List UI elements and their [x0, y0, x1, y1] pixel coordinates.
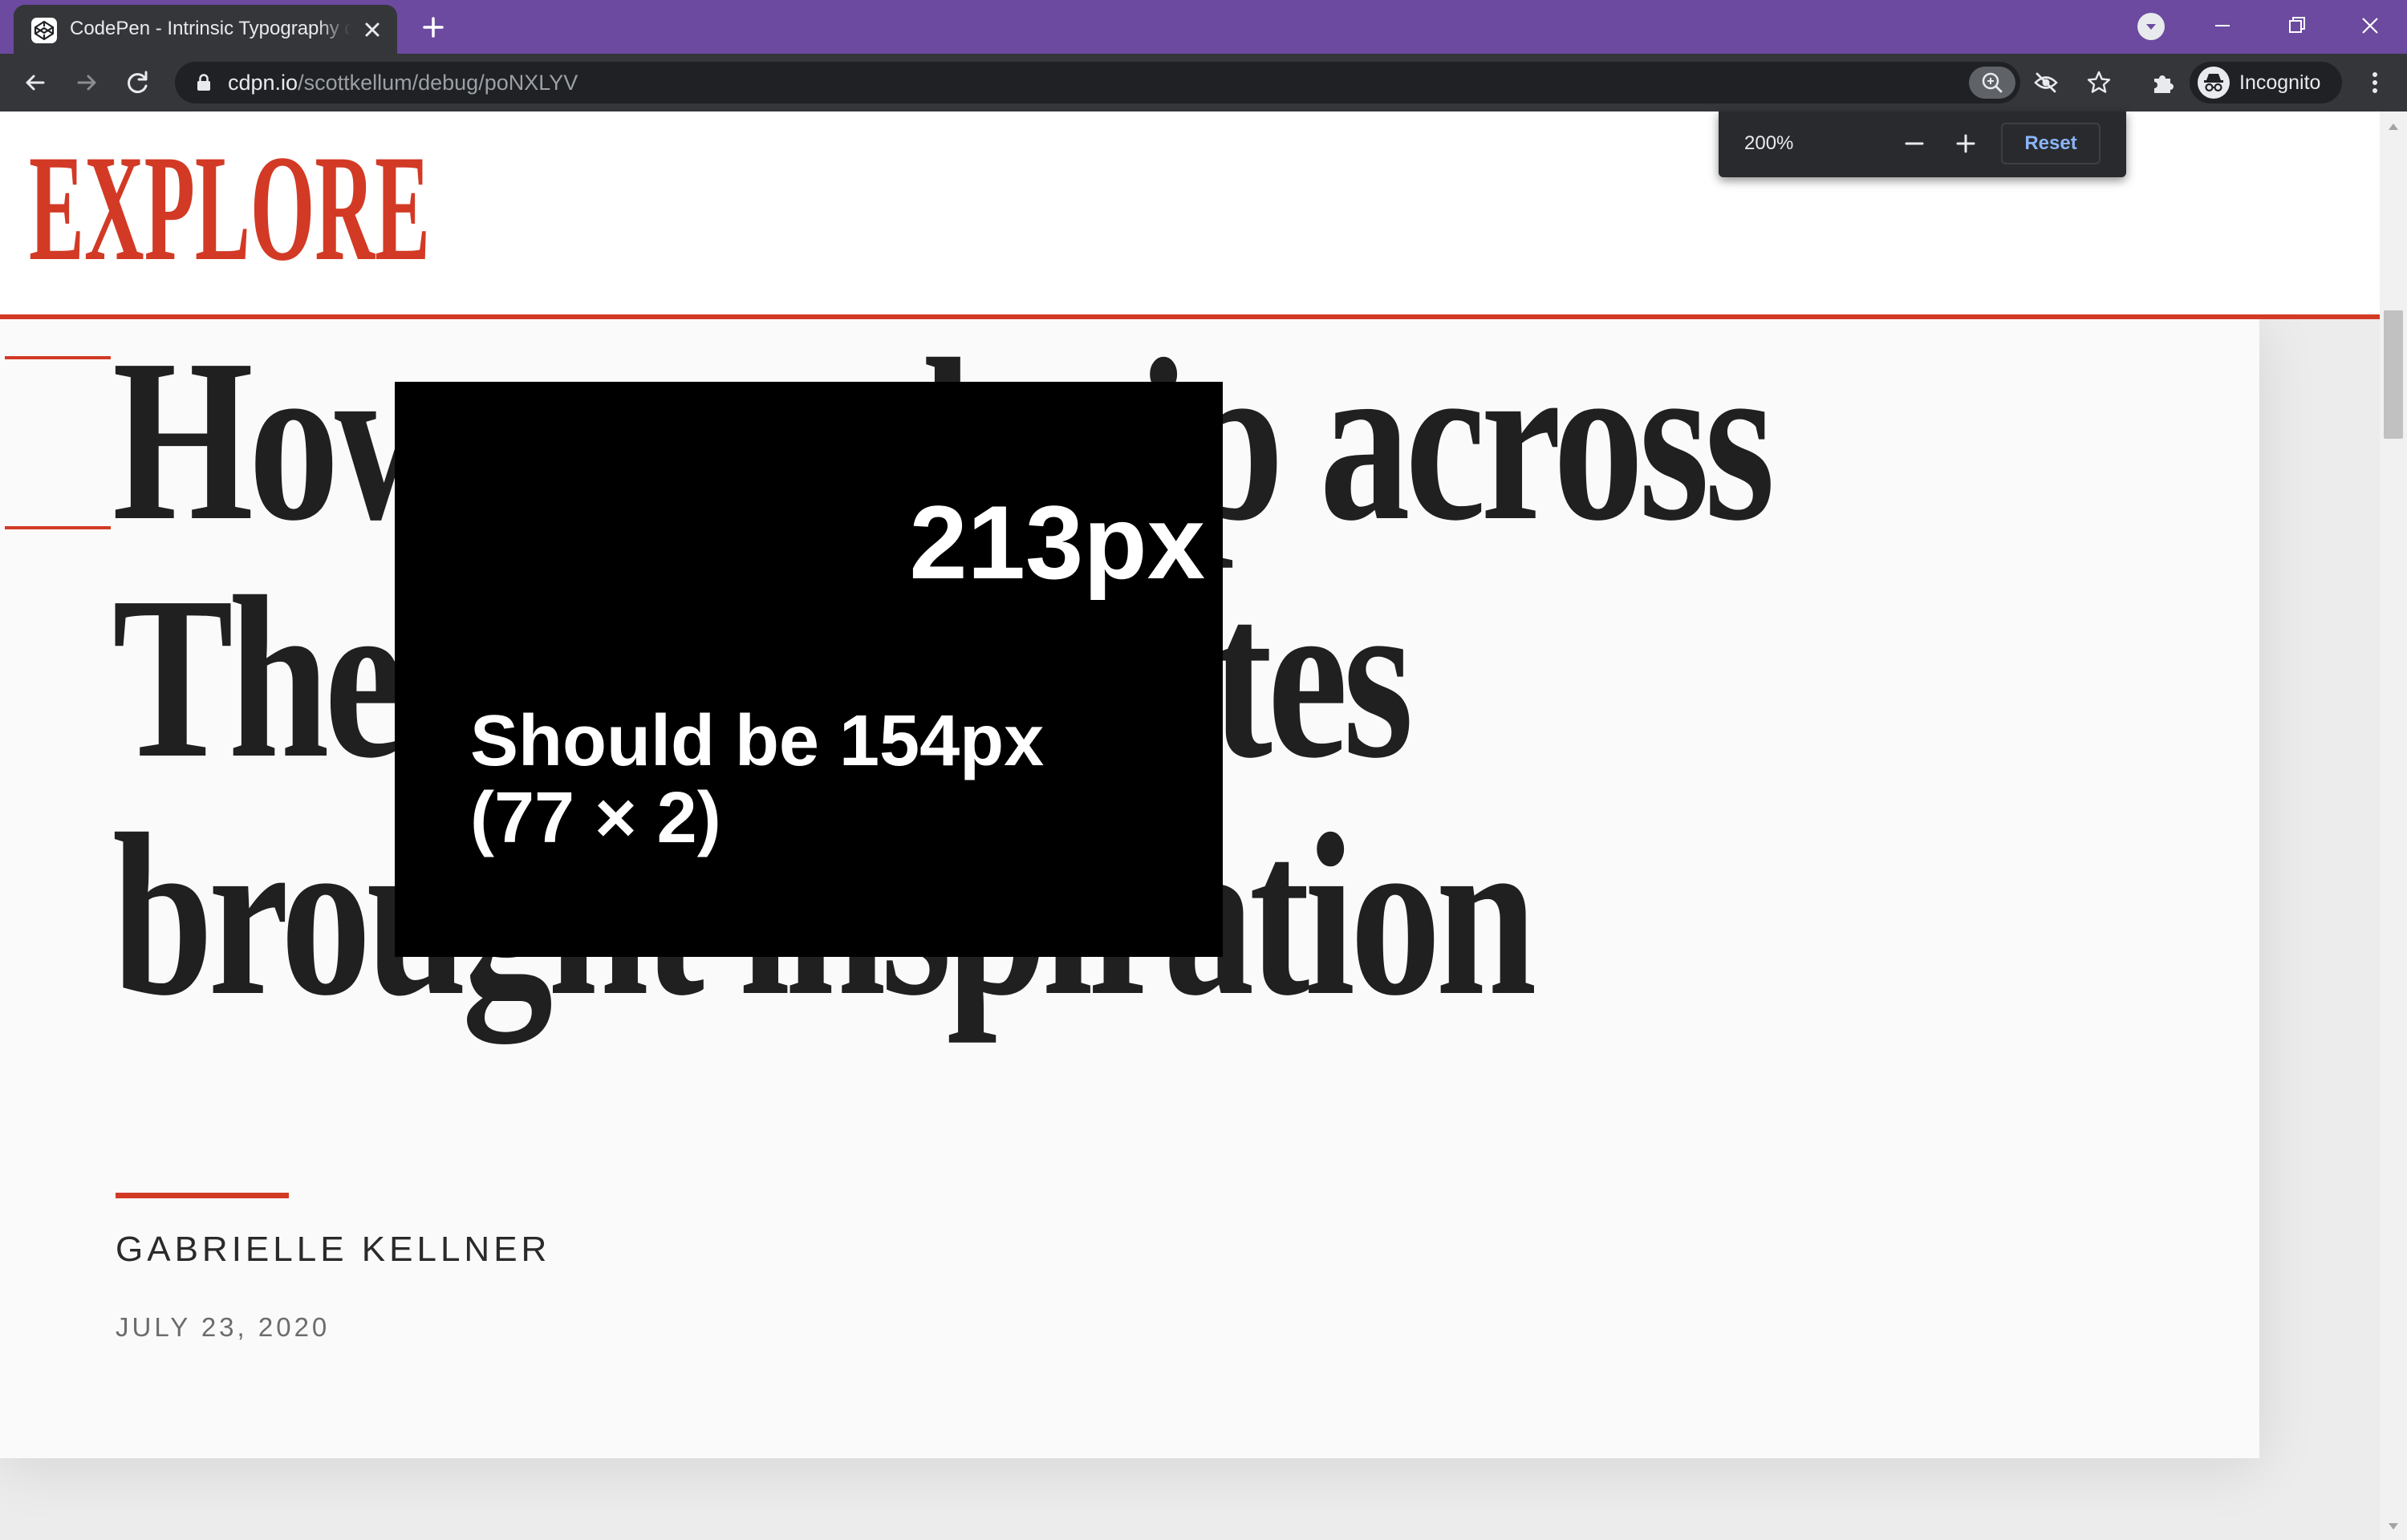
incognito-profile-button[interactable]: Incognito	[2190, 62, 2342, 103]
address-bar[interactable]: cdpn.io/scottkellum/debug/poNXLYV	[175, 62, 2111, 103]
expected-size-line: Should be 154px	[470, 701, 1045, 781]
measured-size: 213px	[909, 484, 1205, 601]
back-arrow-icon[interactable]	[19, 67, 51, 99]
tab-title: CodePen - Intrinsic Typography d	[70, 18, 351, 39]
vertical-scrollbar[interactable]	[2380, 111, 2407, 1540]
forward-arrow-icon[interactable]	[71, 67, 103, 99]
zoom-in-plus-icon[interactable]	[1948, 126, 1983, 161]
zoom-popup: 200% Reset	[1719, 111, 2126, 177]
left-accent-mark	[5, 356, 111, 359]
tab-strip: CodePen - Intrinsic Typography d	[0, 0, 2407, 54]
url-path: /scottkellum/debug/poNXLYV	[298, 71, 578, 95]
zoom-reset-button[interactable]: Reset	[2001, 123, 2101, 164]
author-divider	[116, 1193, 289, 1198]
lock-icon[interactable]	[194, 73, 213, 92]
page-viewport: EXPLORE How a road trip across The Unite…	[0, 111, 2407, 1540]
restore-window-icon[interactable]	[2279, 10, 2314, 42]
left-accent-mark	[5, 526, 111, 529]
incognito-icon	[2198, 67, 2230, 99]
publish-date: JULY 23, 2020	[116, 1312, 331, 1342]
close-window-icon[interactable]	[2352, 10, 2388, 42]
minimize-icon[interactable]	[2205, 10, 2240, 42]
close-tab-icon[interactable]	[359, 16, 386, 43]
zoom-level: 200%	[1744, 132, 1794, 154]
zoom-icon[interactable]	[1969, 67, 2015, 99]
scroll-up-arrow-icon[interactable]	[2387, 121, 2400, 131]
codepen-icon	[31, 18, 57, 43]
reload-icon[interactable]	[122, 67, 154, 99]
eye-off-icon[interactable]	[2030, 67, 2062, 99]
expected-size-formula: (77 × 2)	[470, 778, 721, 858]
scrollbar-thumb[interactable]	[2384, 310, 2403, 439]
author-name: GABRIELLE KELLNER	[116, 1230, 551, 1269]
puzzle-icon[interactable]	[2147, 67, 2179, 99]
zoom-out-minus-icon[interactable]	[1897, 126, 1932, 161]
logo-text: EXPLORE	[29, 139, 430, 283]
browser-toolbar: cdpn.io/scottkellum/debug/poNXLYV Incogn…	[0, 54, 2407, 111]
url-text[interactable]: cdpn.io/scottkellum/debug/poNXLYV	[228, 70, 578, 95]
kebab-menu-icon[interactable]	[2359, 67, 2391, 99]
tab-search-chevron-icon[interactable]	[2137, 13, 2165, 40]
tab-codepen[interactable]: CodePen - Intrinsic Typography d	[14, 5, 397, 54]
star-icon[interactable]	[2083, 67, 2115, 99]
new-tab-plus-icon[interactable]	[417, 11, 449, 43]
scroll-down-arrow-icon[interactable]	[2387, 1521, 2400, 1530]
expected-size-note: Should be 154px (77 × 2)	[470, 703, 1192, 857]
profile-label: Incognito	[2239, 71, 2321, 94]
explore-logo[interactable]: EXPLORE	[29, 139, 446, 283]
header-divider	[0, 314, 2380, 319]
url-host: cdpn.io	[228, 71, 298, 95]
debug-overlay: 213px Should be 154px (77 × 2)	[395, 382, 1223, 957]
